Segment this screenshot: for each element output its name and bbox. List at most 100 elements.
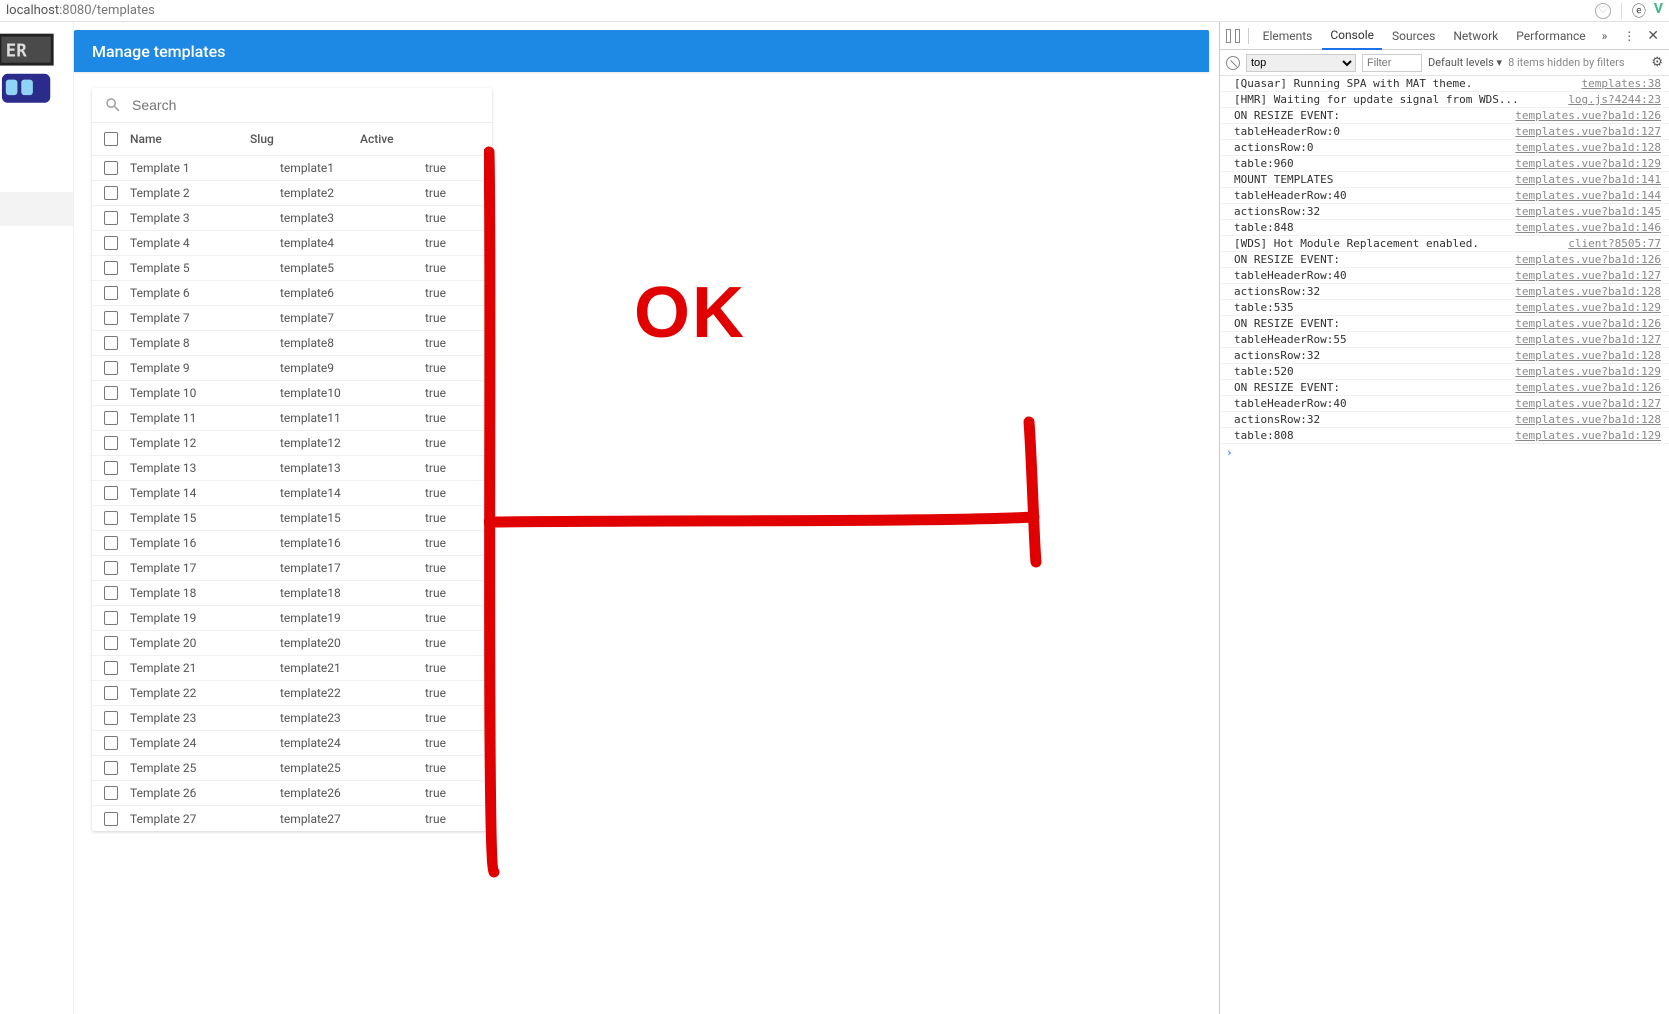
table-row[interactable]: Template 1template1true — [92, 156, 492, 181]
row-checkbox[interactable] — [104, 586, 118, 600]
console-settings-icon[interactable]: ⚙ — [1651, 55, 1663, 70]
log-source-link[interactable]: templates.vue?ba1d:129 — [1515, 157, 1661, 170]
row-checkbox[interactable] — [104, 686, 118, 700]
row-checkbox[interactable] — [104, 561, 118, 575]
table-row[interactable]: Template 21template21true — [92, 656, 492, 681]
filter-input[interactable] — [1362, 54, 1422, 72]
console-log-line[interactable]: table:960templates.vue?ba1d:129 — [1220, 156, 1669, 172]
row-checkbox[interactable] — [104, 661, 118, 675]
log-source-link[interactable]: templates.vue?ba1d:146 — [1515, 221, 1661, 234]
table-row[interactable]: Template 27template27true — [92, 806, 492, 831]
table-row[interactable]: Template 22template22true — [92, 681, 492, 706]
log-source-link[interactable]: templates.vue?ba1d:129 — [1515, 301, 1661, 314]
console-log-line[interactable]: ON RESIZE EVENT:templates.vue?ba1d:126 — [1220, 316, 1669, 332]
console-log-line[interactable]: ON RESIZE EVENT:templates.vue?ba1d:126 — [1220, 380, 1669, 396]
table-row[interactable]: Template 12template12true — [92, 431, 492, 456]
log-source-link[interactable]: templates.vue?ba1d:128 — [1515, 413, 1661, 426]
log-source-link[interactable]: templates.vue?ba1d:127 — [1515, 269, 1661, 282]
console-log-line[interactable]: tableHeaderRow:40templates.vue?ba1d:144 — [1220, 188, 1669, 204]
console-output[interactable]: [Quasar] Running SPA with MAT theme.temp… — [1220, 76, 1669, 1014]
table-row[interactable]: Template 24template24true — [92, 731, 492, 756]
console-log-line[interactable]: ON RESIZE EVENT:templates.vue?ba1d:126 — [1220, 252, 1669, 268]
log-source-link[interactable]: templates.vue?ba1d:127 — [1515, 333, 1661, 346]
console-log-line[interactable]: actionsRow:32templates.vue?ba1d:128 — [1220, 284, 1669, 300]
console-prompt[interactable]: › — [1220, 444, 1669, 461]
tab-performance[interactable]: Performance — [1508, 23, 1593, 49]
console-log-line[interactable]: tableHeaderRow:0templates.vue?ba1d:127 — [1220, 124, 1669, 140]
row-checkbox[interactable] — [104, 361, 118, 375]
table-row[interactable]: Template 4template4true — [92, 231, 492, 256]
table-row[interactable]: Template 13template13true — [92, 456, 492, 481]
table-row[interactable]: Template 16template16true — [92, 531, 492, 556]
row-checkbox[interactable] — [104, 486, 118, 500]
tab-console[interactable]: Console — [1322, 22, 1382, 50]
devtools-menu-icon[interactable]: ⋮ — [1617, 29, 1641, 43]
log-source-link[interactable]: templates.vue?ba1d:128 — [1515, 349, 1661, 362]
tab-elements[interactable]: Elements — [1255, 23, 1321, 49]
row-checkbox[interactable] — [104, 336, 118, 350]
row-checkbox[interactable] — [104, 411, 118, 425]
log-source-link[interactable]: templates.vue?ba1d:127 — [1515, 397, 1661, 410]
console-log-line[interactable]: tableHeaderRow:40templates.vue?ba1d:127 — [1220, 268, 1669, 284]
favorite-icon[interactable]: ♡ — [1595, 3, 1611, 19]
vue-devtools-icon[interactable]: V — [1654, 1, 1663, 21]
hidden-count[interactable]: 8 items hidden by filters — [1508, 56, 1625, 69]
inspect-icon[interactable] — [1226, 29, 1231, 43]
console-log-line[interactable]: tableHeaderRow:55templates.vue?ba1d:127 — [1220, 332, 1669, 348]
log-source-link[interactable]: templates.vue?ba1d:126 — [1515, 109, 1661, 122]
row-checkbox[interactable] — [104, 211, 118, 225]
log-source-link[interactable]: templates.vue?ba1d:129 — [1515, 429, 1661, 442]
table-row[interactable]: Template 6template6true — [92, 281, 492, 306]
console-log-line[interactable]: [HMR] Waiting for update signal from WDS… — [1220, 92, 1669, 108]
extension-icon[interactable]: ⓔ — [1632, 1, 1646, 21]
row-checkbox[interactable] — [104, 711, 118, 725]
table-row[interactable]: Template 23template23true — [92, 706, 492, 731]
row-checkbox[interactable] — [104, 761, 118, 775]
url-display[interactable]: localhost:8080/templates — [6, 3, 155, 18]
row-checkbox[interactable] — [104, 536, 118, 550]
row-checkbox[interactable] — [104, 461, 118, 475]
console-log-line[interactable]: actionsRow:32templates.vue?ba1d:128 — [1220, 348, 1669, 364]
table-row[interactable]: Template 3template3true — [92, 206, 492, 231]
table-row[interactable]: Template 5template5true — [92, 256, 492, 281]
console-log-line[interactable]: actionsRow:0templates.vue?ba1d:128 — [1220, 140, 1669, 156]
log-source-link[interactable]: templates.vue?ba1d:141 — [1515, 173, 1661, 186]
table-row[interactable]: Template 7template7true — [92, 306, 492, 331]
select-all-checkbox[interactable] — [104, 132, 118, 146]
console-log-line[interactable]: MOUNT TEMPLATEStemplates.vue?ba1d:141 — [1220, 172, 1669, 188]
row-checkbox[interactable] — [104, 436, 118, 450]
log-source-link[interactable]: templates.vue?ba1d:126 — [1515, 317, 1661, 330]
devtools-close-icon[interactable]: ✕ — [1643, 28, 1663, 44]
table-row[interactable]: Template 15template15true — [92, 506, 492, 531]
row-checkbox[interactable] — [104, 611, 118, 625]
log-source-link[interactable]: templates.vue?ba1d:128 — [1515, 285, 1661, 298]
context-select[interactable]: top — [1246, 54, 1356, 72]
log-source-link[interactable]: templates:38 — [1582, 77, 1661, 90]
tabs-overflow-icon[interactable]: » — [1596, 29, 1614, 43]
table-row[interactable]: Template 20template20true — [92, 631, 492, 656]
table-row[interactable]: Template 10template10true — [92, 381, 492, 406]
console-log-line[interactable]: [WDS] Hot Module Replacement enabled.cli… — [1220, 236, 1669, 252]
table-row[interactable]: Template 9template9true — [92, 356, 492, 381]
search-field[interactable] — [92, 88, 492, 122]
table-row[interactable]: Template 2template2true — [92, 181, 492, 206]
table-row[interactable]: Template 26template26true — [92, 781, 492, 806]
row-checkbox[interactable] — [104, 736, 118, 750]
table-row[interactable]: Template 17template17true — [92, 556, 492, 581]
log-source-link[interactable]: templates.vue?ba1d:126 — [1515, 381, 1661, 394]
table-row[interactable]: Template 14template14true — [92, 481, 492, 506]
console-log-line[interactable]: actionsRow:32templates.vue?ba1d:145 — [1220, 204, 1669, 220]
row-checkbox[interactable] — [104, 236, 118, 250]
console-log-line[interactable]: actionsRow:32templates.vue?ba1d:128 — [1220, 412, 1669, 428]
table-row[interactable]: Template 11template11true — [92, 406, 492, 431]
console-log-line[interactable]: table:535templates.vue?ba1d:129 — [1220, 300, 1669, 316]
log-source-link[interactable]: client?8505:77 — [1568, 237, 1661, 250]
sidebar-item-active[interactable] — [0, 192, 73, 226]
table-row[interactable]: Template 8template8true — [92, 331, 492, 356]
row-checkbox[interactable] — [104, 786, 118, 800]
row-checkbox[interactable] — [104, 812, 118, 826]
table-row[interactable]: Template 18template18true — [92, 581, 492, 606]
console-log-line[interactable]: table:848templates.vue?ba1d:146 — [1220, 220, 1669, 236]
row-checkbox[interactable] — [104, 311, 118, 325]
device-toggle-icon[interactable] — [1235, 29, 1240, 43]
